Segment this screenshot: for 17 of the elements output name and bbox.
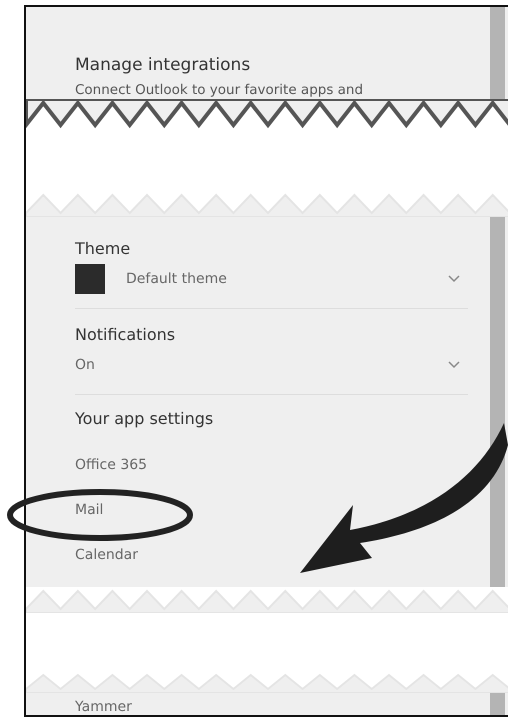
- app-link[interactable]: Yammer: [75, 699, 132, 715]
- scrollbar[interactable]: [490, 693, 505, 715]
- app-link[interactable]: Mail: [75, 502, 104, 518]
- section-description: Connect Outlook to your favorite apps and: [75, 82, 364, 98]
- chevron-down-icon[interactable]: [448, 361, 460, 369]
- theme-swatch-icon: [75, 264, 105, 294]
- dropdown-value[interactable]: On: [75, 357, 448, 373]
- chevron-down-icon[interactable]: [448, 275, 460, 283]
- dropdown-value[interactable]: Default theme: [126, 271, 448, 287]
- scrollbar[interactable]: [490, 217, 505, 587]
- scrollbar[interactable]: [490, 7, 505, 99]
- setting-label: Theme: [75, 239, 132, 258]
- section-title: Manage integrations: [75, 55, 252, 75]
- app-link[interactable]: Calendar: [75, 547, 138, 563]
- section-heading: Your app settings: [75, 409, 214, 428]
- setting-label: Notifications: [75, 325, 176, 344]
- app-link[interactable]: Office 365: [75, 457, 148, 473]
